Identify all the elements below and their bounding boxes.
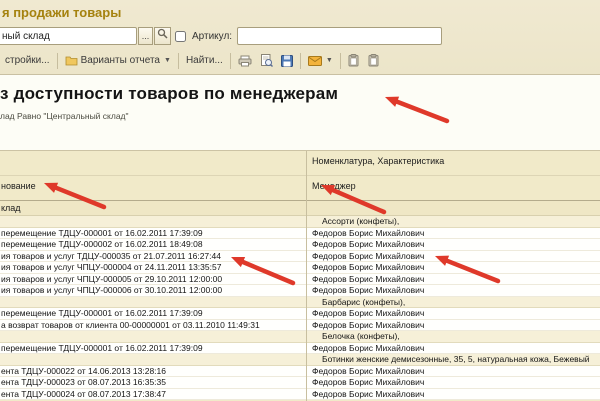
manager-cell: Федоров Борис Михайлович xyxy=(312,228,424,239)
artikul-checkbox[interactable] xyxy=(175,31,186,42)
clipboard-button-1[interactable] xyxy=(344,52,364,69)
table-row[interactable]: ия товаров и услуг ТДЦУ-000035 от 21.07.… xyxy=(0,251,600,263)
window-title: я продажи товары xyxy=(2,5,121,20)
manager-cell: Федоров Борис Михайлович xyxy=(312,377,424,388)
table-row[interactable]: перемещение ТДЦУ-000001 от 16.02.2011 17… xyxy=(0,343,600,355)
mail-icon xyxy=(308,56,322,66)
table-row[interactable]: перемещение ТДЦУ-000002 от 16.02.2011 18… xyxy=(0,239,600,251)
save-icon xyxy=(281,55,293,67)
nomenclature-group-row[interactable]: Ассорти (конфеты), xyxy=(0,216,600,228)
save-button[interactable] xyxy=(277,53,297,69)
toolbar-separator xyxy=(300,53,301,69)
nomenclature-group-row[interactable]: Барбарис (конфеты), xyxy=(0,297,600,309)
document-cell: перемещение ТДЦУ-000001 от 16.02.2011 17… xyxy=(1,228,203,239)
nomenclature-cell: Ботинки женские демисезонные, 35, 5, нат… xyxy=(322,354,590,365)
printer-icon xyxy=(238,55,252,67)
report-filter-line: лад Равно "Центральный склад" xyxy=(0,111,129,121)
name-header-cell[interactable]: нование xyxy=(1,181,36,191)
window-chrome: я продажи товары ... Артикул: стройки...… xyxy=(0,0,600,75)
toolbar-separator xyxy=(340,53,341,69)
manager-cell: Федоров Борис Михайлович xyxy=(312,308,424,319)
report-title: з доступности товаров по менеджерам xyxy=(0,84,338,104)
warehouse-combo-input[interactable] xyxy=(0,27,137,45)
document-cell: ента ТДЦУ-000022 от 14.06.2013 13:28:16 xyxy=(1,366,166,377)
table-row[interactable]: ия товаров и услуг ЧПЦУ-000005 от 29.10.… xyxy=(0,274,600,286)
print-button[interactable] xyxy=(234,53,256,69)
document-cell: перемещение ТДЦУ-000002 от 16.02.2011 18… xyxy=(1,239,203,250)
document-cell: ента ТДЦУ-000023 от 08.07.2013 16:35:35 xyxy=(1,377,166,388)
document-cell: ента ТДЦУ-000024 от 08.07.2013 17:38:47 xyxy=(1,389,166,400)
manager-cell: Федоров Борис Михайлович xyxy=(312,262,424,273)
table-row[interactable]: перемещение ТДЦУ-000001 от 16.02.2011 17… xyxy=(0,308,600,320)
document-cell: ия товаров и услуг ЧПЦУ-000004 от 24.11.… xyxy=(1,262,221,273)
document-cell: ия товаров и услуг ТДЦУ-000035 от 21.07.… xyxy=(1,251,221,262)
manager-cell: Федоров Борис Михайлович xyxy=(312,274,424,285)
folder-icon xyxy=(65,55,78,66)
document-cell: ия товаров и услуг ЧПЦУ-000006 от 30.10.… xyxy=(1,285,222,296)
table-rows: Ассорти (конфеты), перемещение ТДЦУ-00000… xyxy=(0,216,600,400)
manager-cell: Федоров Борис Михайлович xyxy=(312,285,424,296)
document-cell: а возврат товаров от клиента 00-00000001… xyxy=(1,320,260,331)
document-cell: перемещение ТДЦУ-000001 от 16.02.2011 17… xyxy=(1,343,203,354)
document-cell: ия товаров и услуг ЧПЦУ-000005 от 29.10.… xyxy=(1,274,222,285)
manager-header-cell[interactable]: Менеджер xyxy=(312,181,356,191)
nomenclature-cell: Ассорти (конфеты), xyxy=(322,216,399,227)
manager-cell: Федоров Борис Михайлович xyxy=(312,239,424,250)
combo-ellipsis-button[interactable]: ... xyxy=(138,27,153,45)
column-divider xyxy=(306,151,307,401)
annotation-arrow xyxy=(385,97,447,121)
table-row[interactable]: перемещение ТДЦУ-000001 от 16.02.2011 17… xyxy=(0,228,600,240)
table-row[interactable]: ента ТДЦУ-000022 от 14.06.2013 13:28:16 Ф… xyxy=(0,366,600,378)
combo-search-button[interactable] xyxy=(154,27,171,45)
artikul-input[interactable] xyxy=(237,27,442,45)
manager-cell: Федоров Борис Михайлович xyxy=(312,343,424,354)
table-row[interactable]: ия товаров и услуг ЧПЦУ-000006 от 30.10.… xyxy=(0,285,600,297)
toolbar-separator xyxy=(178,53,179,69)
header-row-2: нование Менеджер xyxy=(0,176,600,201)
preview-button[interactable] xyxy=(256,52,277,69)
chevron-down-icon: ▼ xyxy=(164,57,171,64)
manager-cell: Федоров Борис Михайлович xyxy=(312,320,424,331)
manager-cell: Федоров Борис Михайлович xyxy=(312,366,424,377)
settings-button[interactable]: стройки... xyxy=(1,53,54,68)
nomenclature-group-row[interactable]: Ботинки женские демисезонные, 35, 5, нат… xyxy=(0,354,600,366)
report-variants-button[interactable]: Варианты отчета ▼ xyxy=(61,53,175,68)
clipboard-icon xyxy=(368,54,380,67)
toolbar-separator xyxy=(57,53,58,69)
preview-icon xyxy=(260,54,273,67)
nomenclature-group-row[interactable]: Белочка (конфеты), xyxy=(0,331,600,343)
report-toolbar: стройки... Варианты отчета ▼ Найти... xyxy=(1,50,384,71)
mail-button[interactable]: ▼ xyxy=(304,54,337,68)
table-row[interactable]: ия товаров и услуг ЧПЦУ-000004 от 24.11.… xyxy=(0,262,600,274)
toolbar-separator xyxy=(230,53,231,69)
manager-cell: Федоров Борис Михайлович xyxy=(312,389,424,400)
table-row[interactable]: а возврат товаров от клиента 00-00000001… xyxy=(0,320,600,332)
data-table: Номенклатура, Характеристика нование Мен… xyxy=(0,150,600,401)
table-row[interactable]: ента ТДЦУ-000023 от 08.07.2013 16:35:35 Ф… xyxy=(0,377,600,389)
search-icon xyxy=(157,28,168,39)
chevron-down-icon: ▼ xyxy=(326,57,333,64)
manager-cell: Федоров Борис Михайлович xyxy=(312,251,424,262)
find-button[interactable]: Найти... xyxy=(182,53,227,68)
header-row-1: Номенклатура, Характеристика xyxy=(0,151,600,176)
clipboard-button-2[interactable] xyxy=(364,52,384,69)
clipboard-icon xyxy=(348,54,360,67)
nomenclature-cell: Белочка (конфеты), xyxy=(322,331,400,342)
nomenclature-cell: Барбарис (конфеты), xyxy=(322,297,405,308)
document-cell: перемещение ТДЦУ-000001 от 16.02.2011 17… xyxy=(1,308,203,319)
table-row[interactable]: ента ТДЦУ-000024 от 08.07.2013 17:38:47 Ф… xyxy=(0,389,600,401)
nomenclature-header-cell[interactable]: Номенклатура, Характеристика xyxy=(312,156,444,166)
warehouse-group-row[interactable]: клад xyxy=(0,201,600,216)
artikul-label: Артикул: xyxy=(192,31,232,42)
